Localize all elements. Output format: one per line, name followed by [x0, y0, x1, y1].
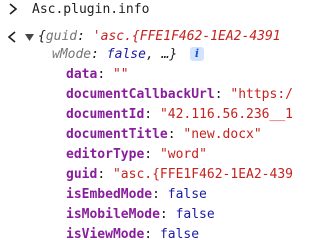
preview-sep: :: [91, 47, 107, 62]
preview-key-wmode: wMode: [52, 47, 92, 62]
property-sep: :: [144, 107, 160, 122]
property-sep: :: [152, 187, 168, 202]
property-value: false: [175, 207, 215, 222]
object-preview-line-2[interactable]: wMode: false, …}: [52, 47, 177, 63]
property-value: "word": [159, 147, 207, 162]
property-sep: :: [159, 207, 176, 222]
preview-value-wmode: false: [106, 47, 146, 62]
property-row[interactable]: documentId: "42.116.56.236__1: [66, 107, 293, 123]
property-key: editorType: [66, 147, 145, 162]
property-sep: :: [167, 127, 184, 142]
preview-key-guid: guid: [45, 29, 78, 44]
console-input-line[interactable]: Asc.plugin.info: [0, 0, 308, 20]
object-preview-line-1[interactable]: {guid: 'asc.{FFE1F462-1EA2-4391: [38, 29, 281, 45]
property-sep: :: [144, 227, 160, 240]
property-key: isMobileMode: [66, 207, 160, 222]
property-sep: :: [97, 167, 113, 182]
property-row[interactable]: documentCallbackUrl: "https:/: [66, 87, 293, 103]
property-row[interactable]: isViewMode: false: [66, 227, 199, 240]
property-row[interactable]: documentTitle: "new.docx": [66, 127, 262, 143]
preview-value-guid: 'asc.{FFE1F462-1EA2-4391: [92, 29, 281, 44]
property-value: "asc.{FFE1F462-1EA2-439: [112, 167, 293, 182]
property-key: guid: [66, 167, 98, 182]
property-key: isEmbedMode: [66, 187, 153, 202]
expand-triangle-icon[interactable]: [25, 33, 34, 42]
property-row[interactable]: data: "": [66, 67, 129, 83]
property-key: isViewMode: [66, 227, 145, 240]
console-input-text: Asc.plugin.info: [32, 2, 150, 17]
brace-open: {: [38, 29, 46, 44]
property-value: "new.docx": [183, 127, 262, 142]
property-sep: :: [214, 87, 231, 102]
property-row[interactable]: editorType: "word": [66, 147, 207, 163]
property-value: "": [112, 67, 129, 82]
property-sep: :: [144, 147, 160, 162]
property-sep: :: [97, 67, 113, 82]
property-key: data: [66, 67, 98, 82]
property-key: documentId: [66, 107, 145, 122]
property-value: "42.116.56.236__1: [159, 107, 293, 122]
property-row[interactable]: isEmbedMode: false: [66, 187, 207, 203]
property-value: false: [159, 227, 200, 240]
property-value: "https:/: [230, 87, 293, 102]
property-row[interactable]: isMobileMode: false: [66, 207, 215, 223]
preview-sep: :: [77, 29, 93, 44]
chevron-left-icon: [7, 31, 16, 43]
property-key: documentTitle: [66, 127, 168, 142]
info-icon[interactable]: i: [190, 47, 204, 61]
property-row[interactable]: guid: "asc.{FFE1F462-1EA2-439: [66, 167, 293, 183]
property-key: documentCallbackUrl: [66, 87, 215, 102]
preview-tail: , …}: [145, 47, 178, 62]
property-value: false: [167, 187, 207, 202]
chevron-right-icon: [9, 3, 18, 15]
